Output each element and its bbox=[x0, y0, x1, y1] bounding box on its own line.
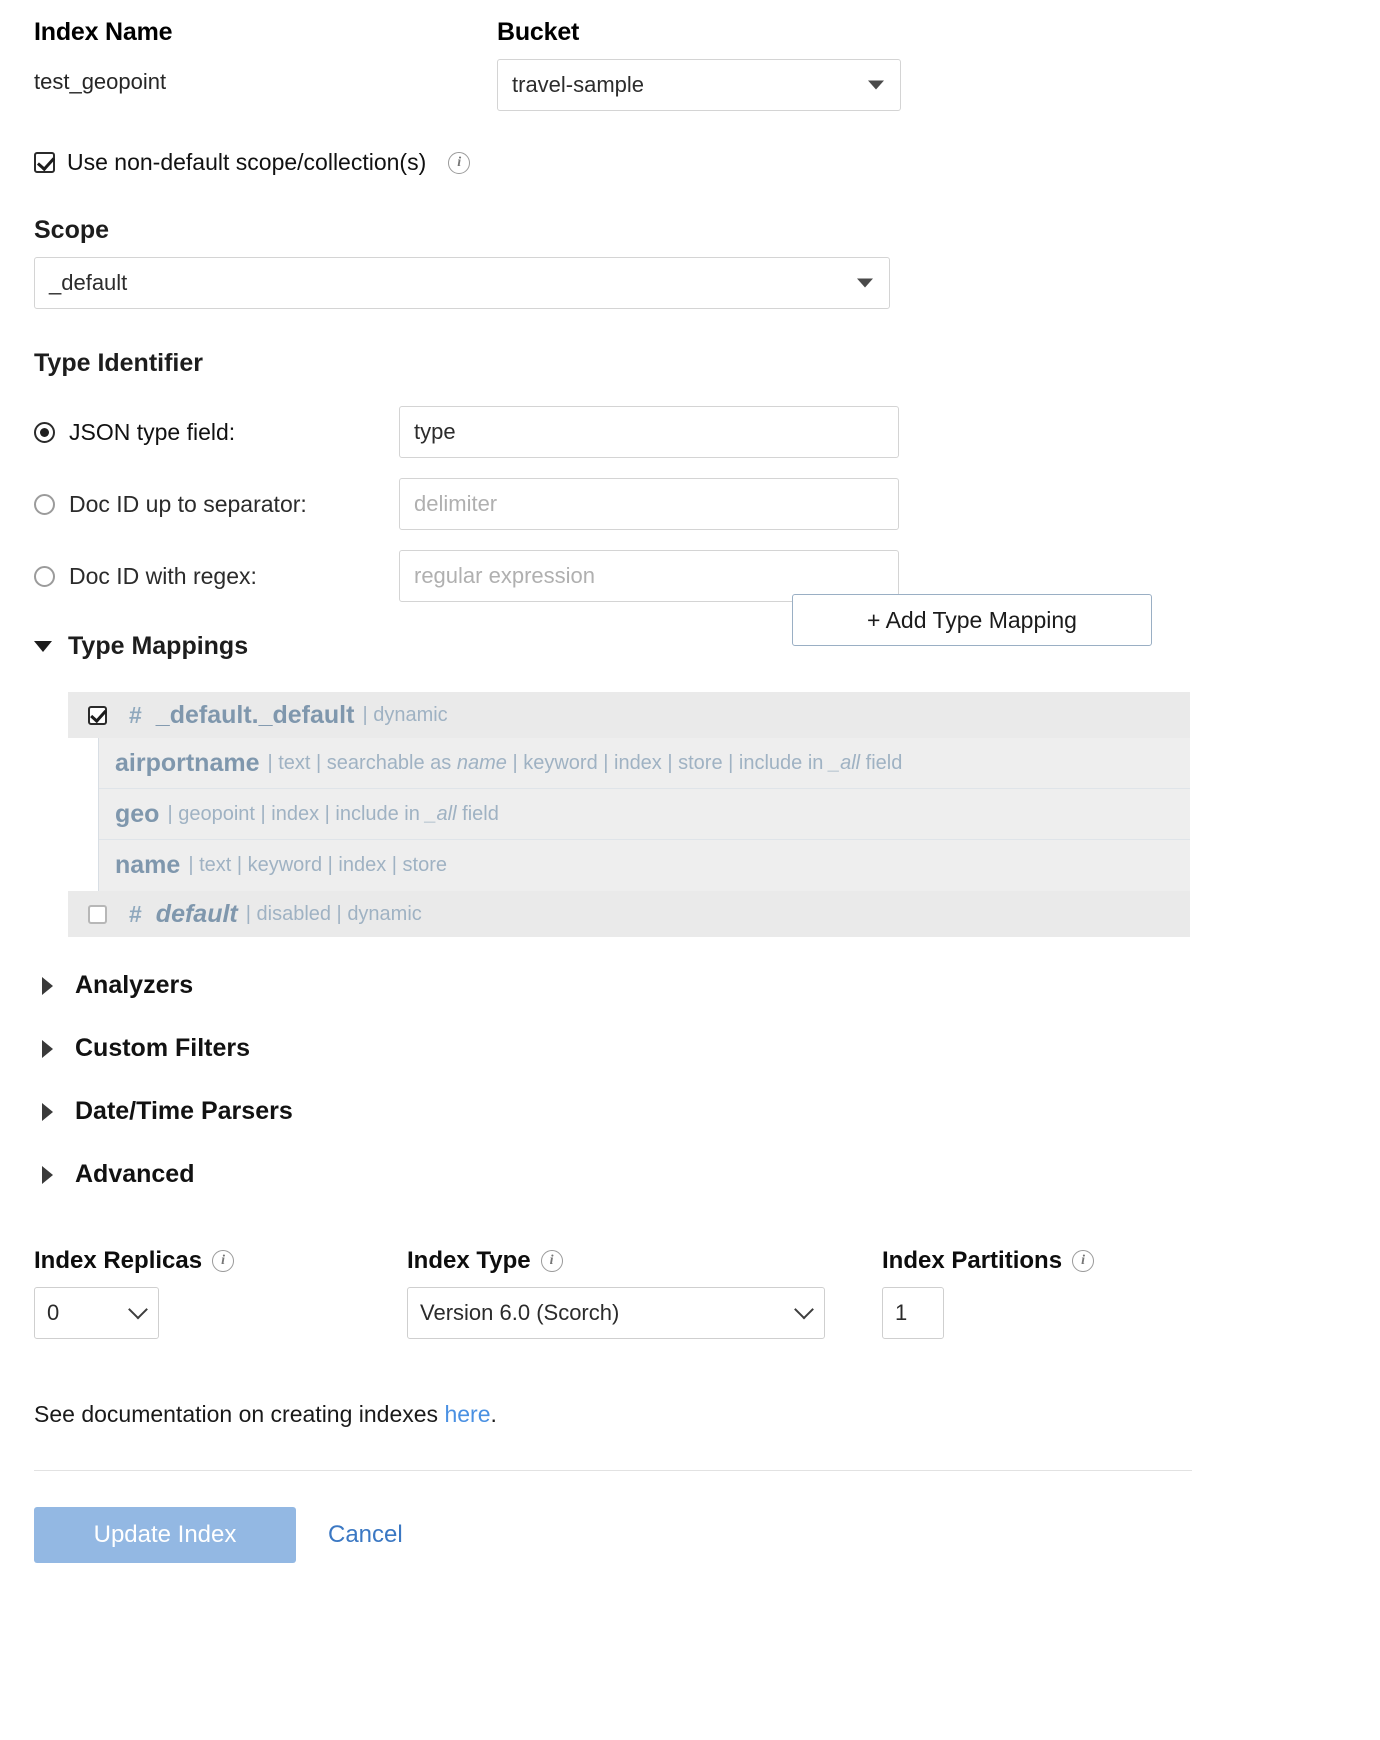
non-default-scope-checkbox[interactable] bbox=[34, 152, 55, 173]
section-datetime-parsers-label: Date/Time Parsers bbox=[75, 1097, 293, 1125]
chevron-down-icon bbox=[794, 1299, 814, 1320]
bucket-label: Bucket bbox=[497, 18, 580, 46]
field-name: airportname bbox=[115, 748, 260, 777]
hash-icon: # bbox=[129, 701, 142, 728]
json-type-field-input[interactable] bbox=[399, 406, 899, 458]
index-name-label: Index Name bbox=[34, 18, 173, 46]
index-replicas-label-wrap: Index Replicas i bbox=[34, 1247, 407, 1275]
info-icon[interactable]: i bbox=[212, 1250, 235, 1272]
section-datetime-parsers[interactable]: Date/Time Parsers bbox=[34, 1097, 1346, 1126]
index-replicas-value: 0 bbox=[47, 1300, 60, 1325]
type-identifier-option-docid-separator[interactable]: Doc ID up to separator: bbox=[34, 478, 1346, 530]
index-name-value: test_geopoint bbox=[34, 69, 167, 94]
chevron-down-icon bbox=[857, 278, 873, 288]
index-type-value: Version 6.0 (Scorch) bbox=[420, 1300, 620, 1325]
field-row[interactable]: geo | geopoint | index | include in _all… bbox=[99, 789, 1190, 840]
section-advanced[interactable]: Advanced bbox=[34, 1160, 1346, 1189]
radio-doc-id-separator[interactable] bbox=[34, 493, 55, 515]
bucket-selected-value: travel-sample bbox=[512, 72, 645, 97]
section-custom-filters[interactable]: Custom Filters bbox=[34, 1034, 1346, 1063]
scope-label: Scope bbox=[34, 216, 110, 244]
documentation-line: See documentation on creating indexes he… bbox=[34, 1401, 1346, 1428]
hash-icon: # bbox=[129, 900, 142, 927]
index-type-label-wrap: Index Type i bbox=[407, 1247, 882, 1275]
documentation-prefix: See documentation on creating indexes bbox=[34, 1401, 445, 1427]
index-type-group: Index Type i Version 6.0 (Scorch) bbox=[407, 1247, 882, 1339]
index-partitions-group: Index Partitions i 1 bbox=[882, 1247, 1182, 1339]
type-mapping-name: default bbox=[155, 899, 238, 928]
chevron-down-icon bbox=[868, 80, 884, 90]
field-row[interactable]: airportname | text | searchable as name … bbox=[99, 738, 1190, 789]
field-row[interactable]: name | text | keyword | index | store bbox=[99, 840, 1190, 891]
bucket-select[interactable]: travel-sample bbox=[497, 59, 901, 111]
index-replicas-group: Index Replicas i 0 bbox=[34, 1247, 407, 1339]
documentation-suffix: . bbox=[490, 1401, 497, 1427]
non-default-scope-row[interactable]: Use non-default scope/collection(s) i bbox=[34, 149, 1346, 176]
index-partitions-label-wrap: Index Partitions i bbox=[882, 1247, 1182, 1275]
type-mapping-meta: | dynamic bbox=[362, 703, 448, 726]
type-mapping-row[interactable]: # _default._default | dynamic bbox=[68, 692, 1190, 738]
index-identity-section: Index Name test_geopoint Bucket travel-s… bbox=[34, 18, 1346, 111]
cancel-button[interactable]: Cancel bbox=[328, 1521, 403, 1549]
index-name-group: Index Name test_geopoint bbox=[34, 18, 497, 95]
field-meta: | geopoint | index | include in _all fie… bbox=[167, 802, 499, 825]
non-default-scope-label: Use non-default scope/collection(s) bbox=[67, 149, 427, 175]
chevron-right-icon bbox=[42, 1165, 53, 1184]
index-partitions-input[interactable]: 1 bbox=[882, 1287, 944, 1339]
type-mapping-fields: airportname | text | searchable as name … bbox=[98, 738, 1190, 891]
footer-divider bbox=[34, 1470, 1192, 1471]
type-mappings-header: Type Mappings + Add Type Mapping bbox=[34, 594, 1346, 678]
scope-select[interactable]: _default bbox=[34, 257, 890, 309]
chevron-right-icon bbox=[42, 976, 53, 995]
form-actions: Update Index Cancel bbox=[34, 1507, 1346, 1563]
section-analyzers[interactable]: Analyzers bbox=[34, 971, 1346, 1000]
index-replicas-select[interactable]: 0 bbox=[34, 1287, 159, 1339]
radio-doc-id-regex[interactable] bbox=[34, 565, 55, 587]
index-replicas-label: Index Replicas bbox=[34, 1247, 203, 1274]
bucket-group: Bucket travel-sample bbox=[497, 18, 947, 111]
scope-selected-value: _default bbox=[49, 270, 128, 295]
chevron-right-icon bbox=[42, 1102, 53, 1121]
section-advanced-label: Advanced bbox=[75, 1160, 195, 1188]
type-identifier-options: JSON type field: Doc ID up to separator:… bbox=[34, 406, 1346, 602]
type-mapping-checkbox[interactable] bbox=[88, 705, 107, 725]
index-type-select[interactable]: Version 6.0 (Scorch) bbox=[407, 1287, 825, 1339]
index-type-label: Index Type bbox=[407, 1247, 531, 1274]
radio-doc-id-regex-label: Doc ID with regex: bbox=[69, 562, 257, 589]
type-mapping-checkbox[interactable] bbox=[88, 904, 107, 924]
type-identifier-option-json[interactable]: JSON type field: bbox=[34, 406, 1346, 458]
type-mapping-meta: | disabled | dynamic bbox=[245, 902, 422, 925]
field-name: name bbox=[115, 851, 181, 879]
doc-id-separator-input[interactable] bbox=[399, 478, 899, 530]
field-meta: | text | keyword | index | store bbox=[188, 854, 447, 876]
update-index-button[interactable]: Update Index bbox=[34, 1507, 296, 1563]
documentation-link[interactable]: here bbox=[444, 1401, 490, 1427]
index-partitions-label: Index Partitions bbox=[882, 1247, 1063, 1274]
info-icon[interactable]: i bbox=[1072, 1250, 1095, 1272]
chevron-down-icon bbox=[128, 1299, 148, 1320]
radio-doc-id-separator-label: Doc ID up to separator: bbox=[69, 490, 307, 517]
type-identifier-label: Type Identifier bbox=[34, 349, 204, 377]
info-icon[interactable]: i bbox=[448, 151, 471, 174]
chevron-right-icon bbox=[42, 1039, 53, 1058]
index-editor-page: Index Name test_geopoint Bucket travel-s… bbox=[0, 0, 1380, 1740]
type-mapping-row[interactable]: # default | disabled | dynamic bbox=[68, 891, 1190, 937]
field-name: geo bbox=[115, 799, 160, 828]
index-partitions-value: 1 bbox=[895, 1300, 908, 1325]
info-icon[interactable]: i bbox=[540, 1250, 563, 1272]
radio-json-type-field-label: JSON type field: bbox=[69, 418, 236, 445]
section-custom-filters-label: Custom Filters bbox=[75, 1034, 251, 1062]
section-analyzers-label: Analyzers bbox=[75, 971, 194, 999]
type-mappings-label: Type Mappings bbox=[68, 632, 249, 660]
chevron-down-icon bbox=[34, 641, 52, 652]
index-settings-row: Index Replicas i 0 Index Type i Version … bbox=[34, 1247, 1346, 1339]
radio-json-type-field[interactable] bbox=[34, 421, 55, 443]
field-meta: | text | searchable as name | keyword | … bbox=[267, 751, 903, 774]
type-mapping-name: _default._default bbox=[155, 700, 355, 729]
type-mappings-list: # _default._default | dynamic airportnam… bbox=[68, 692, 1190, 937]
add-type-mapping-button[interactable]: + Add Type Mapping bbox=[792, 594, 1152, 646]
